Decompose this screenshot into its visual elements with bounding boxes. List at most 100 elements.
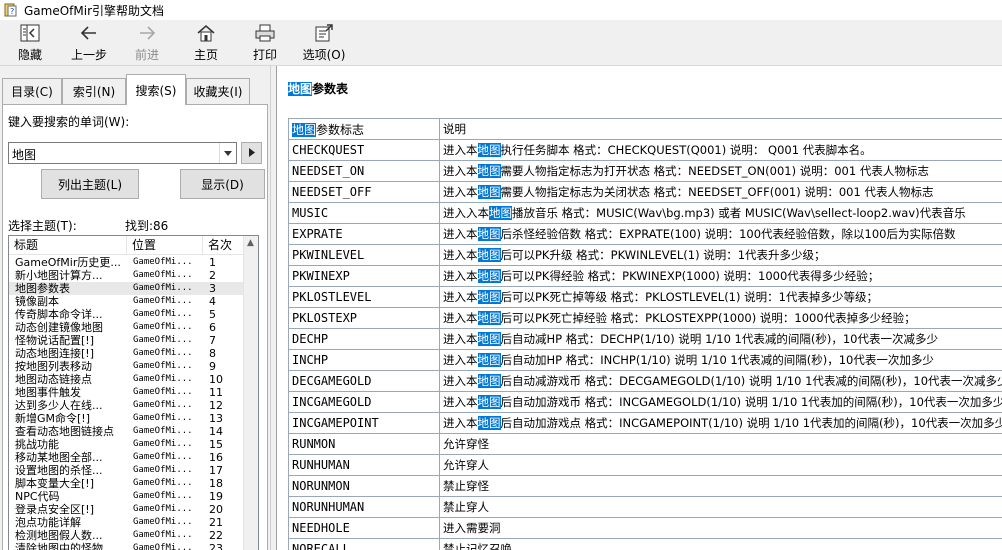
search-panel: 键入要搜索的单词(W): 地图 列出主题(L) 显示(D) 选择主题(T): 找… — [2, 104, 268, 550]
table-cell: 说明 — [439, 118, 1002, 140]
list-item-location: GameOfMi... — [133, 426, 193, 436]
chevron-down-icon[interactable] — [219, 143, 236, 163]
table-cell: NEEDSET_ON — [288, 160, 440, 182]
list-item[interactable]: 地图事件触发 GameOfMi... 11 — [9, 386, 244, 399]
forward-button[interactable]: 前进 — [131, 22, 163, 64]
list-item[interactable]: 按地图列表移动 GameOfMi... 9 — [9, 360, 244, 373]
list-item-location: GameOfMi... — [133, 413, 193, 423]
list-item-location: GameOfMi... — [133, 348, 193, 358]
table-cell: RUNMON — [288, 433, 440, 455]
list-topics-button[interactable]: 列出主题(L) — [41, 169, 139, 199]
options-icon — [312, 22, 336, 44]
tab-favorites[interactable]: 收藏夹(I) — [186, 78, 250, 104]
table-cell: PKWINLEVEL — [288, 244, 440, 266]
hide-button[interactable]: 隐藏 — [14, 22, 46, 64]
column-rank[interactable]: 名次 — [203, 236, 244, 255]
table-cell: PKWINEXP — [288, 265, 440, 287]
list-item-rank: 1 — [209, 256, 216, 269]
table-cell: CHECKQUEST — [288, 139, 440, 161]
list-item[interactable]: 检测地图假人数... GameOfMi... 22 — [9, 529, 244, 542]
list-item-location: GameOfMi... — [133, 257, 193, 267]
list-item[interactable]: 新小地图计算方... GameOfMi... 2 — [9, 269, 244, 282]
list-item-location: GameOfMi... — [133, 439, 193, 449]
print-button[interactable]: 打印 — [249, 22, 281, 64]
list-item[interactable]: 动态创建镜像地图 GameOfMi... 6 — [9, 321, 244, 334]
page-title: 地图参数表 — [288, 82, 349, 96]
list-scrollbar[interactable]: ▲ — [243, 236, 258, 550]
list-item[interactable]: 地图动态链接点 GameOfMi... 10 — [9, 373, 244, 386]
home-button[interactable]: 主页 — [190, 22, 222, 64]
list-item[interactable]: 泡点功能详解 GameOfMi... 21 — [9, 516, 244, 529]
table-cell: 进入本地图需要人物指定标志为关闭状态 格式：NEEDSET_OFF(001) 说… — [439, 181, 1002, 203]
tab-search[interactable]: 搜索(S) — [126, 74, 186, 105]
display-button[interactable]: 显示(D) — [180, 169, 265, 199]
table-row: RUNHUMAN 允许穿人 — [288, 454, 1002, 476]
table-row: INCGAMEPOINT 进入本地图后自动加游戏点 格式：INCGAMEPOINT… — [288, 412, 1002, 434]
list-item-title: 脚本变量大全[!] — [15, 477, 94, 490]
list-item[interactable]: 传奇脚本命令详... GameOfMi... 5 — [9, 308, 244, 321]
topics-list[interactable]: 标题 位置 名次 GameOfMir历史更... GameOfMi... 1 新小地图… — [8, 235, 259, 550]
svg-text:?: ? — [10, 7, 14, 16]
table-cell: 允许穿怪 — [439, 433, 1002, 455]
list-item[interactable]: 查看动态地图链接点 GameOfMi... 14 — [9, 425, 244, 438]
table-cell: 禁止穿人 — [439, 496, 1002, 518]
list-item-location: GameOfMi... — [133, 400, 193, 410]
table-cell: 进入本地图后自动加游戏币 格式：INCGAMEGOLD(1/10) 说明 1/1… — [439, 391, 1002, 413]
list-item[interactable]: GameOfMir历史更... GameOfMi... 1 — [9, 256, 244, 269]
tab-index[interactable]: 索引(N) — [62, 78, 126, 104]
list-item-title: 设置地图的杀怪... — [15, 464, 103, 477]
table-cell: 禁止穿怪 — [439, 475, 1002, 497]
table-cell: 进入本地图后可以PK死亡掉等级 格式：PKLOSTLEVEL(1) 说明：1代表… — [439, 286, 1002, 308]
column-title[interactable]: 标题 — [9, 236, 127, 255]
list-item-location: GameOfMi... — [133, 283, 193, 293]
select-topic-label: 选择主题(T): — [8, 219, 77, 233]
list-item[interactable]: 脚本变量大全[!] GameOfMi... 18 — [9, 477, 244, 490]
list-item[interactable]: 动态地图连接[!] GameOfMi... 8 — [9, 347, 244, 360]
list-item-rank: 5 — [209, 308, 216, 321]
list-item-rank: 8 — [209, 347, 216, 360]
table-row: DECHP 进入本地图后自动减HP 格式：DECHP(1/10) 说明 1/10 … — [288, 328, 1002, 350]
list-item[interactable]: 挑战功能 GameOfMi... 15 — [9, 438, 244, 451]
table-cell: PKLOSTEXP — [288, 307, 440, 329]
list-item-title: 动态地图连接[!] — [15, 347, 94, 360]
list-header: 标题 位置 名次 — [9, 236, 244, 255]
list-item[interactable]: 新增GM命令[!] GameOfMi... 13 — [9, 412, 244, 425]
list-item-location: GameOfMi... — [133, 478, 193, 488]
table-cell: INCGAMEPOINT — [288, 412, 440, 434]
tab-contents[interactable]: 目录(C) — [2, 78, 62, 104]
options-button[interactable]: 选项(O) — [301, 22, 347, 64]
hide-icon — [18, 22, 42, 44]
list-item[interactable]: NPC代码 GameOfMi... 19 — [9, 490, 244, 503]
search-input[interactable]: 地图 — [8, 142, 237, 164]
list-item[interactable]: 地图参数表 GameOfMi... 3 — [9, 282, 244, 295]
list-item-rank: 12 — [209, 399, 223, 412]
list-item-title: GameOfMir历史更... — [15, 256, 121, 269]
table-cell: 进入本地图后可以PK得经验 格式：PKWINEXP(1000) 说明：1000代… — [439, 265, 1002, 287]
search-go-button[interactable] — [241, 142, 262, 164]
column-location[interactable]: 位置 — [127, 236, 203, 255]
list-item[interactable]: 清除地图中的怪物 GameOfMi... 23 — [9, 542, 244, 550]
back-button[interactable]: 上一步 — [69, 22, 109, 64]
play-arrow-icon — [248, 146, 255, 160]
list-item[interactable]: 移动某地图全部... GameOfMi... 16 — [9, 451, 244, 464]
table-row: PKWINLEVEL 进入本地图后可以PK升级 格式：PKWINLEVEL(1) … — [288, 244, 1002, 266]
table-row: EXPRATE 进入本地图后杀怪经验倍数 格式：EXPRATE(100) 说明：1… — [288, 223, 1002, 245]
param-table: 地图参数标志 说明 CHECKQUEST 进入本地图执行任务脚本 格式：CHECK… — [288, 118, 1002, 550]
table-row: PKLOSTEXP 进入本地图后可以PK死亡掉经验 格式：PKLOSTEXPP(1… — [288, 307, 1002, 329]
table-cell: INCGAMEGOLD — [288, 391, 440, 413]
table-cell: NORECALL — [288, 538, 440, 550]
list-item[interactable]: 达到多少人在线... GameOfMi... 12 — [9, 399, 244, 412]
list-item[interactable]: 登录点安全区[!] GameOfMi... 20 — [9, 503, 244, 516]
list-item[interactable]: 镜像副本 GameOfMi... 4 — [9, 295, 244, 308]
list-item[interactable]: 怪物说话配置[!] GameOfMi... 7 — [9, 334, 244, 347]
table-cell: 进入本地图后可以PK升级 格式：PKWINLEVEL(1) 说明：1代表升多少级… — [439, 244, 1002, 266]
title-bar: ? GameOfMir引擎帮助文档 — [0, 0, 1002, 20]
list-item-rank: 6 — [209, 321, 216, 334]
list-item-title: 清除地图中的怪物 — [15, 542, 103, 550]
list-item-location: GameOfMi... — [133, 504, 193, 514]
scroll-up-icon[interactable]: ▲ — [247, 238, 254, 248]
list-item[interactable]: 设置地图的杀怪... GameOfMi... 17 — [9, 464, 244, 477]
printer-icon — [253, 22, 277, 44]
list-item-rank: 2 — [209, 269, 216, 282]
table-row: NEEDSET_ON 进入本地图需要人物指定标志为打开状态 格式：NEEDSET_… — [288, 160, 1002, 182]
